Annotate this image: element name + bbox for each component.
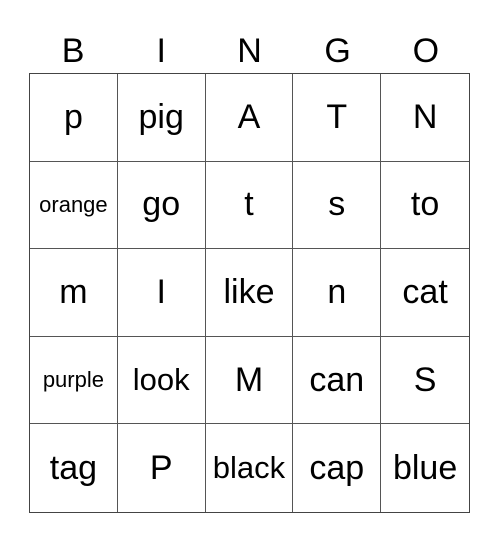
bingo-cell[interactable]: tag — [30, 424, 118, 512]
bingo-cell[interactable]: orange — [30, 161, 118, 250]
header-letter-o: O — [412, 32, 440, 70]
bingo-cell[interactable]: t — [205, 161, 294, 250]
bingo-cell[interactable]: s — [293, 161, 382, 250]
bingo-cell[interactable]: cat — [381, 249, 469, 337]
bingo-cell[interactable]: cap — [293, 424, 382, 512]
bingo-cell[interactable]: pig — [117, 74, 206, 162]
header-letter-g: G — [324, 32, 351, 70]
bingo-cell[interactable]: black — [206, 424, 294, 512]
bingo-cell[interactable]: M — [205, 336, 294, 425]
bingo-cell[interactable]: look — [117, 336, 206, 425]
bingo-cell[interactable]: I — [117, 249, 206, 337]
bingo-card: p pig A T N orange go t s to m I like n … — [29, 73, 470, 513]
bingo-cell[interactable]: blue — [381, 424, 469, 512]
bingo-cell[interactable]: like — [205, 249, 294, 337]
bingo-header: B I N G O — [29, 30, 470, 73]
bingo-cell[interactable]: p — [30, 74, 118, 162]
bingo-cell[interactable]: S — [381, 337, 469, 425]
bingo-cell[interactable]: go — [117, 161, 206, 250]
bingo-cell[interactable]: P — [118, 424, 206, 512]
header-letter-i: I — [156, 32, 166, 70]
bingo-cell[interactable]: A — [205, 74, 294, 162]
bingo-cell[interactable]: can — [293, 336, 382, 425]
bingo-cell[interactable]: T — [293, 74, 382, 162]
header-letter-b: B — [61, 32, 85, 70]
bingo-cell[interactable]: purple — [30, 336, 118, 425]
bingo-cell[interactable]: m — [30, 249, 118, 337]
bingo-cell[interactable]: to — [381, 162, 469, 250]
header-letter-n: N — [237, 32, 262, 70]
bingo-cell[interactable]: N — [381, 74, 469, 162]
bingo-cell[interactable]: n — [293, 249, 382, 337]
